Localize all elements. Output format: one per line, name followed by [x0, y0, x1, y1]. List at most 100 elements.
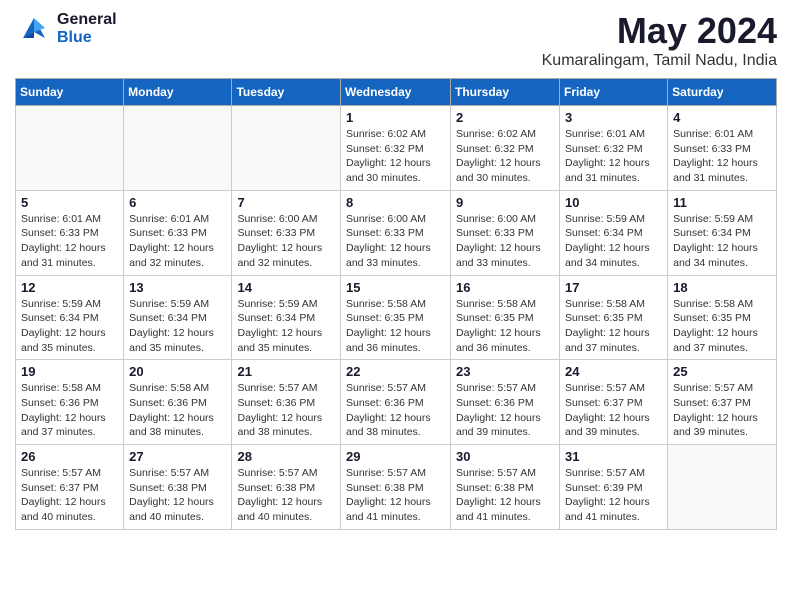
day-number: 18 [673, 280, 771, 295]
day-info: Sunrise: 5:57 AM Sunset: 6:36 PM Dayligh… [346, 381, 445, 440]
day-number: 16 [456, 280, 554, 295]
day-number: 4 [673, 110, 771, 125]
day-info: Sunrise: 5:58 AM Sunset: 6:35 PM Dayligh… [565, 297, 662, 356]
calendar-week-row: 12 Sunrise: 5:59 AM Sunset: 6:34 PM Dayli… [16, 275, 777, 360]
calendar-day-cell: 23Sunrise: 5:57 AM Sunset: 6:36 PM Dayli… [451, 360, 560, 445]
day-number: 29 [346, 449, 445, 464]
day-info: Sunrise: 6:01 AM Sunset: 6:32 PM Dayligh… [565, 127, 662, 186]
day-info: Sunrise: 5:57 AM Sunset: 6:39 PM Dayligh… [565, 466, 662, 525]
location: Kumaralingam, Tamil Nadu, India [542, 52, 777, 70]
month-title: May 2024 [542, 10, 777, 52]
day-info: Sunrise: 6:00 AM Sunset: 6:33 PM Dayligh… [456, 212, 554, 271]
weekday-header-row: SundayMondayTuesdayWednesdayThursdayFrid… [16, 79, 777, 106]
calendar-day-cell: 18 Sunrise: 5:58 AM Sunset: 6:35 PM Dayli… [668, 275, 777, 360]
day-info: Sunrise: 5:57 AM Sunset: 6:37 PM Dayligh… [565, 381, 662, 440]
day-info: Sunrise: 6:02 AM Sunset: 6:32 PM Dayligh… [346, 127, 445, 186]
weekday-header: Saturday [668, 79, 777, 106]
weekday-header: Thursday [451, 79, 560, 106]
day-number: 30 [456, 449, 554, 464]
calendar-day-cell: 25Sunrise: 5:57 AM Sunset: 6:37 PM Dayli… [668, 360, 777, 445]
day-number: 11 [673, 195, 771, 210]
day-number: 20 [129, 364, 226, 379]
day-info: Sunrise: 5:57 AM Sunset: 6:38 PM Dayligh… [456, 466, 554, 525]
weekday-header: Sunday [16, 79, 124, 106]
logo-general: General [57, 11, 117, 29]
day-number: 28 [237, 449, 335, 464]
day-number: 15 [346, 280, 445, 295]
day-info: Sunrise: 6:00 AM Sunset: 6:33 PM Dayligh… [237, 212, 335, 271]
calendar-day-cell: 8 Sunrise: 6:00 AM Sunset: 6:33 PM Daylig… [341, 190, 451, 275]
day-info: Sunrise: 6:00 AM Sunset: 6:33 PM Dayligh… [346, 212, 445, 271]
day-number: 6 [129, 195, 226, 210]
day-info: Sunrise: 5:58 AM Sunset: 6:36 PM Dayligh… [21, 381, 118, 440]
day-info: Sunrise: 6:01 AM Sunset: 6:33 PM Dayligh… [21, 212, 118, 271]
calendar-table: SundayMondayTuesdayWednesdayThursdayFrid… [15, 78, 777, 530]
day-number: 2 [456, 110, 554, 125]
day-number: 5 [21, 195, 118, 210]
calendar-day-cell: 27Sunrise: 5:57 AM Sunset: 6:38 PM Dayli… [124, 445, 232, 530]
calendar-day-cell [16, 106, 124, 191]
logo-blue: Blue [57, 29, 117, 47]
day-number: 24 [565, 364, 662, 379]
calendar-day-cell: 20 Sunrise: 5:58 AM Sunset: 6:36 PM Dayli… [124, 360, 232, 445]
calendar-day-cell: 24 Sunrise: 5:57 AM Sunset: 6:37 PM Dayli… [560, 360, 668, 445]
calendar-day-cell: 16 Sunrise: 5:58 AM Sunset: 6:35 PM Dayli… [451, 275, 560, 360]
day-number: 27 [129, 449, 226, 464]
calendar-day-cell: 12 Sunrise: 5:59 AM Sunset: 6:34 PM Dayli… [16, 275, 124, 360]
day-info: Sunrise: 5:59 AM Sunset: 6:34 PM Dayligh… [129, 297, 226, 356]
day-number: 14 [237, 280, 335, 295]
calendar-day-cell: 22 Sunrise: 5:57 AM Sunset: 6:36 PM Dayli… [341, 360, 451, 445]
calendar-day-cell [668, 445, 777, 530]
day-info: Sunrise: 5:57 AM Sunset: 6:38 PM Dayligh… [237, 466, 335, 525]
day-number: 1 [346, 110, 445, 125]
day-info: Sunrise: 5:58 AM Sunset: 6:35 PM Dayligh… [673, 297, 771, 356]
calendar-day-cell: 29 Sunrise: 5:57 AM Sunset: 6:38 PM Dayli… [341, 445, 451, 530]
day-info: Sunrise: 5:59 AM Sunset: 6:34 PM Dayligh… [21, 297, 118, 356]
calendar-day-cell: 26 Sunrise: 5:57 AM Sunset: 6:37 PM Dayli… [16, 445, 124, 530]
day-info: Sunrise: 5:58 AM Sunset: 6:36 PM Dayligh… [129, 381, 226, 440]
day-number: 8 [346, 195, 445, 210]
day-info: Sunrise: 5:57 AM Sunset: 6:38 PM Dayligh… [346, 466, 445, 525]
day-number: 21 [237, 364, 335, 379]
calendar-day-cell: 10 Sunrise: 5:59 AM Sunset: 6:34 PM Dayli… [560, 190, 668, 275]
calendar-day-cell: 4Sunrise: 6:01 AM Sunset: 6:33 PM Daylig… [668, 106, 777, 191]
logo: General Blue [15, 10, 117, 48]
calendar-day-cell: 9 Sunrise: 6:00 AM Sunset: 6:33 PM Daylig… [451, 190, 560, 275]
day-number: 10 [565, 195, 662, 210]
calendar-day-cell: 3 Sunrise: 6:01 AM Sunset: 6:32 PM Daylig… [560, 106, 668, 191]
day-info: Sunrise: 6:02 AM Sunset: 6:32 PM Dayligh… [456, 127, 554, 186]
calendar-day-cell: 7 Sunrise: 6:00 AM Sunset: 6:33 PM Daylig… [232, 190, 341, 275]
weekday-header: Friday [560, 79, 668, 106]
weekday-header: Monday [124, 79, 232, 106]
day-info: Sunrise: 5:57 AM Sunset: 6:37 PM Dayligh… [21, 466, 118, 525]
day-number: 7 [237, 195, 335, 210]
day-info: Sunrise: 5:59 AM Sunset: 6:34 PM Dayligh… [565, 212, 662, 271]
calendar-day-cell: 1 Sunrise: 6:02 AM Sunset: 6:32 PM Daylig… [341, 106, 451, 191]
day-info: Sunrise: 5:57 AM Sunset: 6:37 PM Dayligh… [673, 381, 771, 440]
day-number: 26 [21, 449, 118, 464]
day-number: 3 [565, 110, 662, 125]
day-number: 17 [565, 280, 662, 295]
calendar-week-row: 19Sunrise: 5:58 AM Sunset: 6:36 PM Dayli… [16, 360, 777, 445]
calendar-day-cell: 2 Sunrise: 6:02 AM Sunset: 6:32 PM Daylig… [451, 106, 560, 191]
day-info: Sunrise: 5:58 AM Sunset: 6:35 PM Dayligh… [346, 297, 445, 356]
calendar-day-cell: 17 Sunrise: 5:58 AM Sunset: 6:35 PM Dayli… [560, 275, 668, 360]
day-info: Sunrise: 5:58 AM Sunset: 6:35 PM Dayligh… [456, 297, 554, 356]
day-info: Sunrise: 5:57 AM Sunset: 6:36 PM Dayligh… [237, 381, 335, 440]
day-number: 9 [456, 195, 554, 210]
calendar-week-row: 5 Sunrise: 6:01 AM Sunset: 6:33 PM Daylig… [16, 190, 777, 275]
weekday-header: Wednesday [341, 79, 451, 106]
day-number: 22 [346, 364, 445, 379]
calendar-day-cell: 30 Sunrise: 5:57 AM Sunset: 6:38 PM Dayli… [451, 445, 560, 530]
calendar-day-cell: 5 Sunrise: 6:01 AM Sunset: 6:33 PM Daylig… [16, 190, 124, 275]
day-number: 12 [21, 280, 118, 295]
calendar-week-row: 1 Sunrise: 6:02 AM Sunset: 6:32 PM Daylig… [16, 106, 777, 191]
calendar-day-cell: 15 Sunrise: 5:58 AM Sunset: 6:35 PM Dayli… [341, 275, 451, 360]
calendar-day-cell [232, 106, 341, 191]
calendar-day-cell: 6Sunrise: 6:01 AM Sunset: 6:33 PM Daylig… [124, 190, 232, 275]
day-info: Sunrise: 5:59 AM Sunset: 6:34 PM Dayligh… [237, 297, 335, 356]
calendar-day-cell: 28 Sunrise: 5:57 AM Sunset: 6:38 PM Dayli… [232, 445, 341, 530]
calendar-day-cell: 19Sunrise: 5:58 AM Sunset: 6:36 PM Dayli… [16, 360, 124, 445]
day-number: 23 [456, 364, 554, 379]
day-number: 31 [565, 449, 662, 464]
